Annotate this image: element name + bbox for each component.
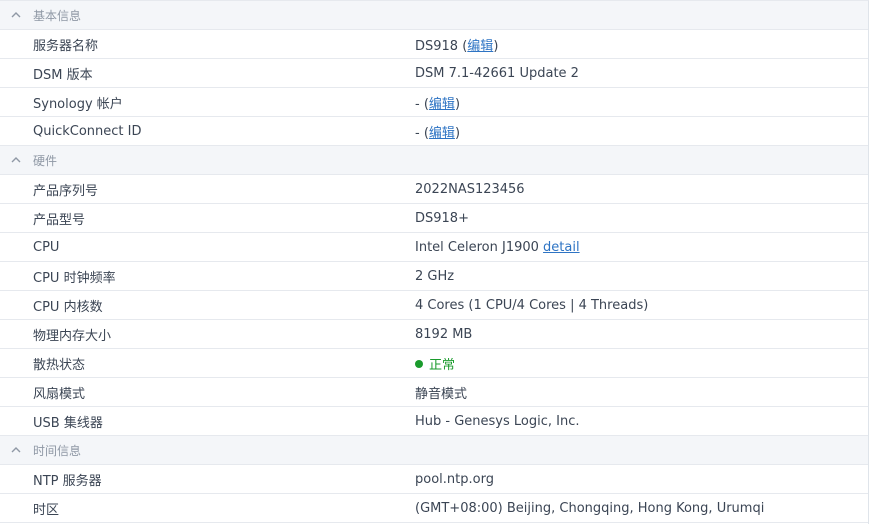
- info-row-ntp: NTP 服务器 pool.ntp.org: [0, 465, 868, 494]
- row-label: QuickConnect ID: [33, 123, 142, 139]
- synology-account-value: -: [415, 96, 420, 112]
- row-label: CPU 内核数: [33, 299, 103, 315]
- chevron-up-icon: [11, 447, 21, 453]
- section-header-hardware[interactable]: 硬件: [0, 146, 868, 175]
- row-value: 正常: [415, 354, 455, 373]
- section-header-basic[interactable]: 基本信息: [0, 1, 868, 30]
- info-row-model: 产品型号 DS918+: [0, 204, 868, 233]
- info-row-cpu-clock: CPU 时钟频率 2 GHz: [0, 262, 868, 291]
- row-value: - (编辑): [415, 96, 461, 112]
- section-title: 基本信息: [33, 8, 82, 23]
- model-value: DS918+: [415, 210, 469, 226]
- info-row-cpu: CPU Intel Celeron J1900 detail: [0, 233, 868, 262]
- row-label: NTP 服务器: [33, 473, 102, 489]
- edit-synology-account-link[interactable]: 编辑: [429, 97, 455, 112]
- chevron-up-icon: [11, 157, 21, 163]
- ntp-value: pool.ntp.org: [415, 471, 494, 487]
- cpu-cores-value: 4 Cores (1 CPU/4 Cores | 4 Threads): [415, 297, 649, 313]
- row-label: Synology 帐户: [33, 96, 123, 112]
- serial-value: 2022NAS123456: [415, 181, 525, 197]
- row-value: - (编辑): [415, 125, 461, 141]
- cpu-value: Intel Celeron J1900: [415, 239, 539, 255]
- row-value: Intel Celeron J1900 detail: [415, 240, 580, 255]
- server-name-value: DS918: [415, 38, 459, 54]
- thermal-status-value: 正常: [429, 357, 456, 373]
- row-label: 服务器名称: [33, 38, 99, 54]
- row-label: 时区: [33, 502, 60, 518]
- edit-quickconnect-link[interactable]: 编辑: [429, 126, 455, 141]
- info-row-serial: 产品序列号 2022NAS123456: [0, 175, 868, 204]
- info-row-thermal: 散热状态 正常: [0, 349, 868, 378]
- row-value: DS918 (编辑): [415, 38, 499, 54]
- cpu-detail-link[interactable]: detail: [543, 240, 580, 255]
- fan-mode-value: 静音模式: [415, 386, 468, 402]
- info-row-usb-hub: USB 集线器 Hub - Genesys Logic, Inc.: [0, 407, 868, 436]
- info-row-fan: 风扇模式 静音模式: [0, 378, 868, 407]
- quickconnect-value: -: [415, 125, 420, 141]
- row-label: USB 集线器: [33, 415, 103, 431]
- edit-server-name-link[interactable]: 编辑: [467, 39, 493, 54]
- info-row-cpu-cores: CPU 内核数 4 Cores (1 CPU/4 Cores | 4 Threa…: [0, 291, 868, 320]
- memory-value: 8192 MB: [415, 326, 473, 342]
- info-row-timezone: 时区 (GMT+08:00) Beijing, Chongqing, Hong …: [0, 494, 868, 523]
- info-row-dsm-version: DSM 版本 DSM 7.1-42661 Update 2: [0, 59, 868, 88]
- dsm-version-value: DSM 7.1-42661 Update 2: [415, 65, 579, 81]
- chevron-up-icon: [11, 12, 21, 18]
- row-label: CPU 时钟频率: [33, 270, 116, 286]
- info-row-server-name: 服务器名称 DS918 (编辑): [0, 30, 868, 59]
- cpu-clock-value: 2 GHz: [415, 268, 455, 284]
- info-row-memory: 物理内存大小 8192 MB: [0, 320, 868, 349]
- info-row-synology-account: Synology 帐户 - (编辑): [0, 88, 868, 117]
- row-label: 散热状态: [33, 357, 86, 373]
- row-label: 物理内存大小: [33, 328, 112, 344]
- row-label: 风扇模式: [33, 386, 86, 402]
- section-title: 时间信息: [33, 443, 82, 458]
- timezone-value: (GMT+08:00) Beijing, Chongqing, Hong Kon…: [415, 500, 765, 516]
- info-row-quickconnect: QuickConnect ID - (编辑): [0, 117, 868, 146]
- row-label: 产品序列号: [33, 183, 99, 199]
- row-label: DSM 版本: [33, 67, 93, 83]
- row-label: 产品型号: [33, 212, 86, 228]
- row-label: CPU: [33, 239, 60, 255]
- section-title: 硬件: [33, 153, 58, 168]
- status-dot-icon: [415, 359, 423, 368]
- info-panel: 基本信息 服务器名称 DS918 (编辑) DSM 版本 DSM 7.1-426…: [0, 0, 869, 524]
- usb-hub-value: Hub - Genesys Logic, Inc.: [415, 413, 580, 429]
- section-header-time[interactable]: 时间信息: [0, 436, 868, 465]
